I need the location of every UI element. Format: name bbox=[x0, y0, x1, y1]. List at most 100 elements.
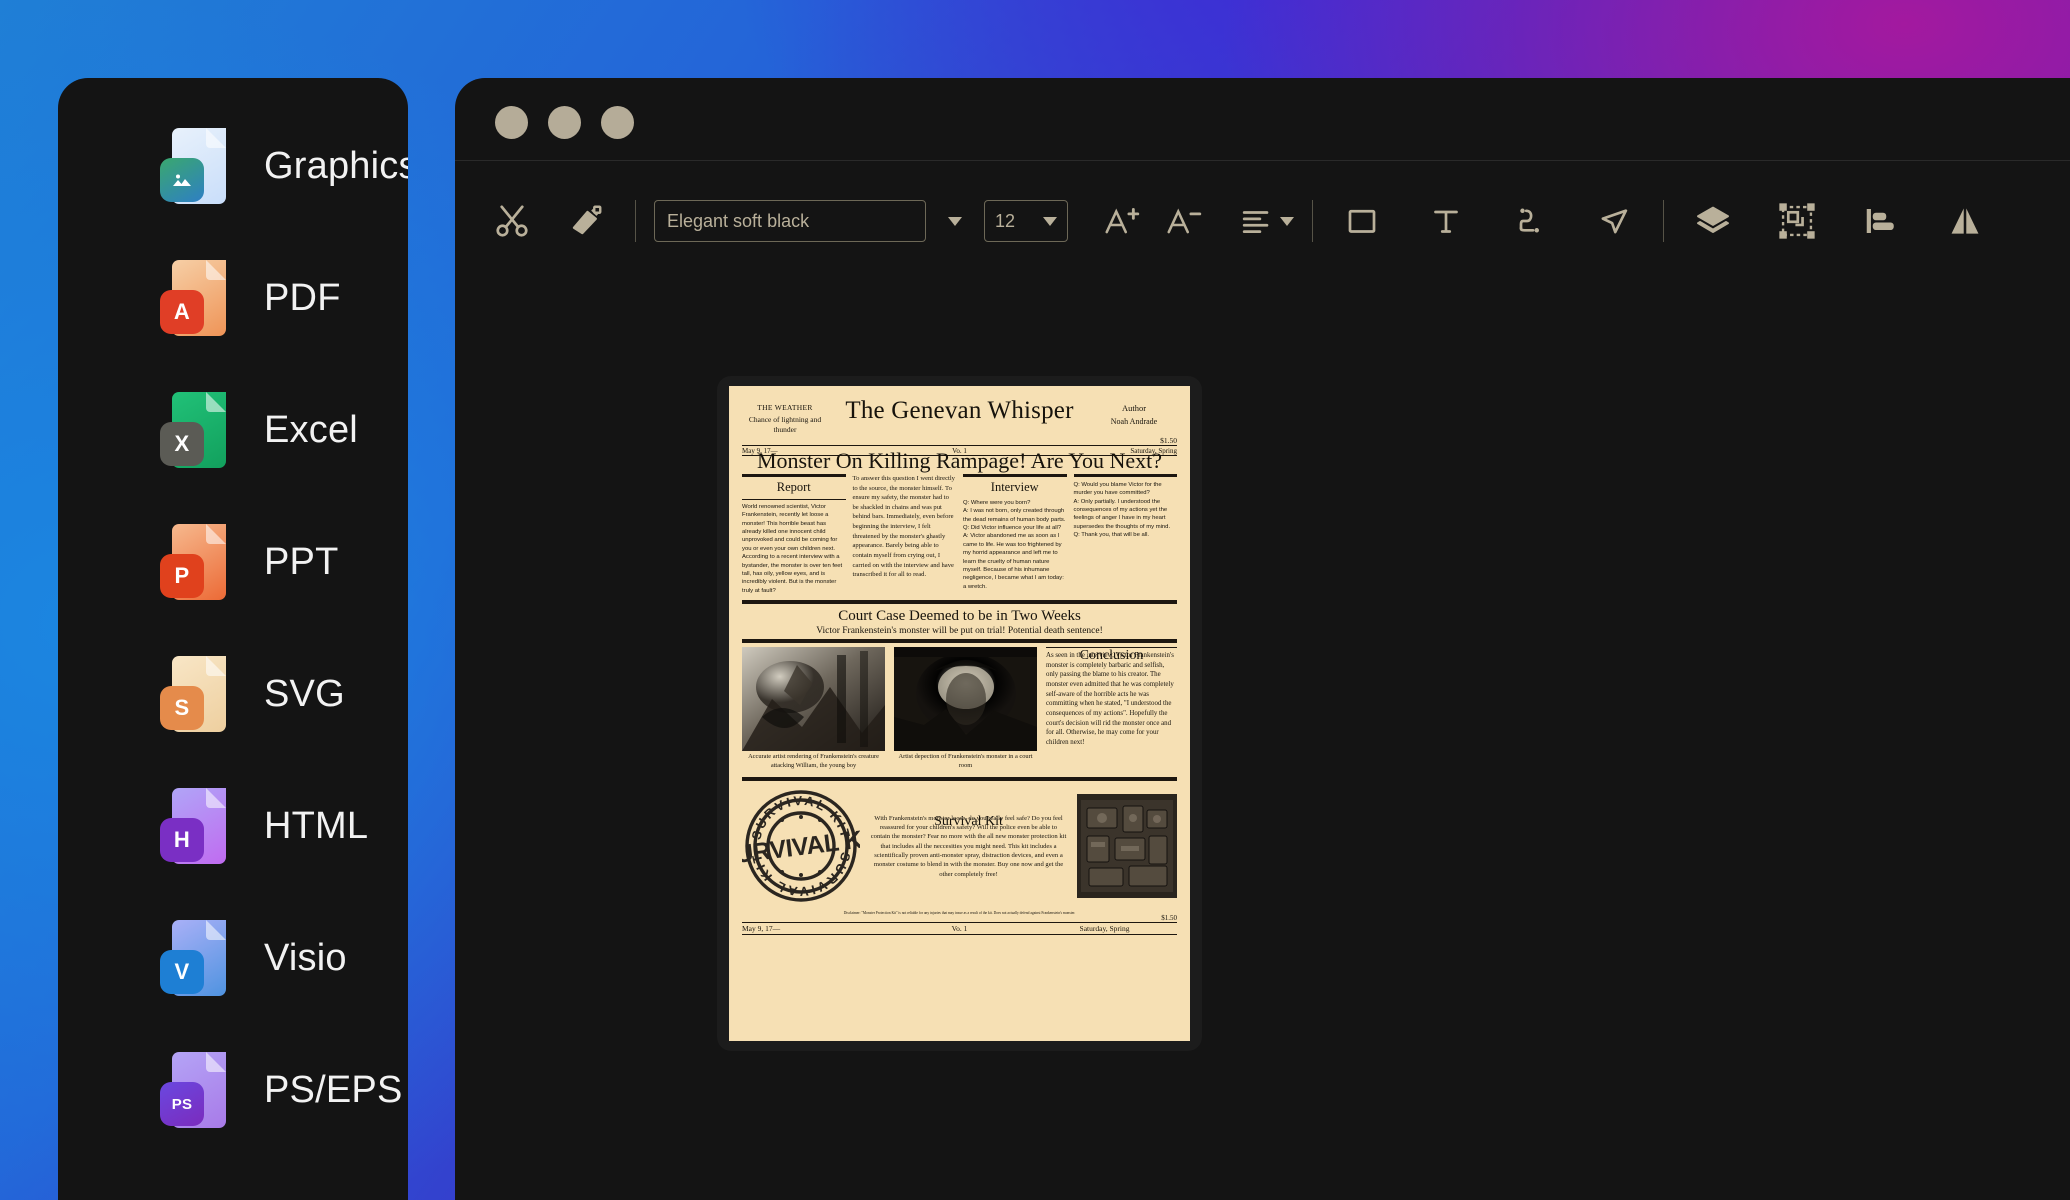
author-name: Noah Andrade bbox=[1110, 417, 1158, 426]
sidebar-item-label: PPT bbox=[264, 540, 339, 583]
sidebar-item-label: Visio bbox=[264, 936, 347, 979]
html-file-icon: H bbox=[160, 788, 226, 864]
report-body: World renowned scientist, Victor Franken… bbox=[742, 503, 843, 594]
engraving-monster-in-courtroom-image bbox=[894, 647, 1037, 751]
author-block: Author Noah Andrade bbox=[1091, 396, 1177, 426]
sidebar-item-ppt[interactable]: P PPT bbox=[58, 496, 408, 628]
visio-badge-label: V bbox=[160, 950, 204, 994]
weather-block: THE WEATHER Chance of lightning and thun… bbox=[742, 396, 828, 435]
format-painter-icon[interactable] bbox=[555, 190, 617, 252]
masthead-price: $1.50 bbox=[1160, 435, 1177, 445]
story-columns: Report World renowned scientist, Victor … bbox=[742, 473, 1177, 595]
footer-day: Saturday, Spring bbox=[1079, 924, 1130, 934]
graphics-file-icon bbox=[160, 128, 226, 204]
cut-icon[interactable] bbox=[481, 190, 543, 252]
kit-section-rule bbox=[742, 777, 1177, 782]
toolbar-divider-1 bbox=[635, 200, 636, 242]
window-titlebar bbox=[455, 78, 2070, 160]
interview-body: Q: Where were you born? A: I was not bor… bbox=[963, 499, 1066, 590]
footer: May 9, 17— Vo. 1 Saturday, Spring bbox=[742, 923, 1177, 934]
increase-font-size-icon[interactable] bbox=[1090, 190, 1152, 252]
ppt-badge-label: P bbox=[160, 554, 204, 598]
font-size-select[interactable]: 12 bbox=[984, 200, 1068, 242]
html-badge-label: H bbox=[160, 818, 204, 862]
sidebar-item-excel[interactable]: X Excel bbox=[58, 364, 408, 496]
sidebar-item-label: PDF bbox=[264, 276, 341, 319]
sidebar-item-label: HTML bbox=[264, 804, 369, 847]
file-format-sidebar: Graphics A PDF X Excel P PPT S SVG H HTM… bbox=[58, 78, 408, 1200]
svg-file-icon: S bbox=[160, 656, 226, 732]
toolbar-divider-2 bbox=[1312, 200, 1313, 242]
sidebar-item-label: PS/EPS bbox=[264, 1068, 403, 1111]
sidebar-item-svg[interactable]: S SVG bbox=[58, 628, 408, 760]
group-objects-icon[interactable] bbox=[1766, 190, 1828, 252]
align-dropdown-icon[interactable] bbox=[1280, 216, 1294, 226]
toolbar-divider-3 bbox=[1663, 200, 1664, 242]
newspaper-page[interactable]: THE WEATHER Chance of lightning and thun… bbox=[729, 386, 1190, 1041]
footer-rule-bottom bbox=[742, 934, 1177, 936]
layers-icon[interactable] bbox=[1682, 190, 1744, 252]
sidebar-item-html[interactable]: H HTML bbox=[58, 760, 408, 892]
column-interview: Interview Q: Where were you born? A: I w… bbox=[963, 473, 1067, 595]
column-lead: To answer this question I went directly … bbox=[853, 474, 957, 595]
figure-2-caption: Artist depection of Frankenstein's monst… bbox=[898, 753, 1033, 769]
court-section-rule bbox=[742, 600, 1177, 604]
main-headline: Monster On Killing Rampage! Are You Next… bbox=[756, 447, 1163, 473]
lead-body: To answer this question I went directly … bbox=[852, 474, 955, 579]
author-heading: Author bbox=[1121, 403, 1147, 413]
footer-volume: Vo. 1 bbox=[951, 924, 968, 934]
engraving-creature-attacking-william-image bbox=[742, 647, 885, 751]
pdf-file-icon: A bbox=[160, 260, 226, 336]
court-rule-2 bbox=[742, 639, 1177, 643]
pseps-file-icon: PS bbox=[160, 1052, 226, 1128]
sidebar-item-label: Graphics bbox=[264, 144, 408, 187]
survival-kit-section: SURVIVAL KIT SURVIVAL KIT SURVIVAL KIT W… bbox=[729, 787, 1177, 905]
sidebar-item-graphics[interactable]: Graphics bbox=[58, 100, 408, 232]
conclusion-heading: Conclusion bbox=[1079, 648, 1144, 663]
sidebar-item-label: SVG bbox=[264, 672, 345, 715]
figure-2: Artist depection of Frankenstein's monst… bbox=[894, 647, 1037, 770]
pseps-badge-label: PS bbox=[160, 1082, 204, 1126]
sidebar-item-pdf[interactable]: A PDF bbox=[58, 232, 408, 364]
footer-date: May 9, 17— bbox=[742, 924, 781, 934]
interview-heading: Interview bbox=[990, 479, 1039, 494]
excel-badge-label: X bbox=[160, 422, 204, 466]
sidebar-item-visio[interactable]: V Visio bbox=[58, 892, 408, 1024]
editor-toolbar: 12 bbox=[455, 161, 2070, 281]
svg-badge-label: S bbox=[160, 686, 204, 730]
excel-file-icon: X bbox=[160, 392, 226, 468]
survival-kit-stamp-icon: SURVIVAL KIT SURVIVAL KIT SURVIVAL KIT bbox=[729, 787, 885, 905]
visio-file-icon: V bbox=[160, 920, 226, 996]
media-row: Accurate artist rendering of Frankenstei… bbox=[742, 647, 1177, 770]
minimize-button[interactable] bbox=[548, 106, 581, 139]
app-window: 12 bbox=[455, 78, 2070, 1200]
conclusion-body: As seen in the interview, Victor Franken… bbox=[1046, 652, 1174, 746]
connector-icon[interactable] bbox=[1499, 190, 1561, 252]
text-box-icon[interactable] bbox=[1415, 190, 1477, 252]
masthead: THE WEATHER Chance of lightning and thun… bbox=[742, 396, 1177, 435]
decrease-font-size-icon[interactable] bbox=[1152, 190, 1214, 252]
weather-heading: THE WEATHER bbox=[757, 403, 813, 412]
pointer-select-icon[interactable] bbox=[1583, 190, 1645, 252]
font-name-input[interactable] bbox=[654, 200, 926, 242]
editor-canvas[interactable]: THE WEATHER Chance of lightning and thun… bbox=[455, 281, 2070, 1200]
column-report: Report World renowned scientist, Victor … bbox=[742, 473, 846, 595]
sidebar-item-pseps[interactable]: PS PS/EPS bbox=[58, 1024, 408, 1156]
column-interview-continued: Q: Would you blame Victor for the murder… bbox=[1073, 473, 1177, 595]
close-button[interactable] bbox=[495, 106, 528, 139]
maximize-button[interactable] bbox=[601, 106, 634, 139]
figure-1: Accurate artist rendering of Frankenstei… bbox=[742, 647, 885, 770]
align-left-icon[interactable] bbox=[1850, 190, 1912, 252]
align-icon[interactable] bbox=[1226, 190, 1288, 252]
flip-horizontal-icon[interactable] bbox=[1934, 190, 1996, 252]
survival-kit-contents-photo bbox=[1077, 794, 1177, 899]
report-heading: Report bbox=[776, 479, 811, 494]
court-case-title: Court Case Deemed to be in Two Weeks bbox=[838, 608, 1081, 624]
figure-1-caption: Accurate artist rendering of Frankenstei… bbox=[748, 753, 879, 769]
court-case-subtitle: Victor Frankenstein's monster will be pu… bbox=[816, 626, 1103, 636]
rectangle-shape-icon[interactable] bbox=[1331, 190, 1393, 252]
weather-body: Chance of lightning and thunder bbox=[748, 415, 822, 434]
document-frame[interactable]: THE WEATHER Chance of lightning and thun… bbox=[717, 376, 1202, 1051]
font-name-dropdown-icon[interactable] bbox=[948, 216, 962, 226]
font-size-dropdown-icon[interactable] bbox=[1043, 216, 1057, 226]
